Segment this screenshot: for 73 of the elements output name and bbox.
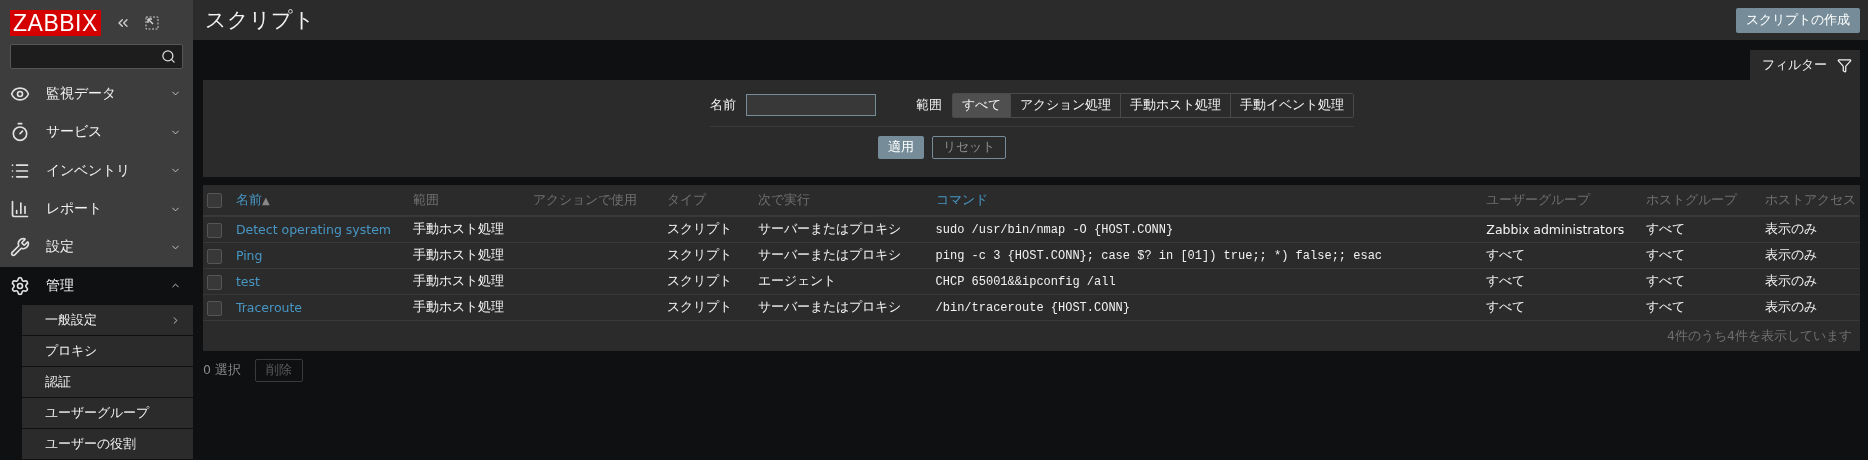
table-cell: スクリプト: [663, 216, 754, 243]
scope-option[interactable]: すべて: [952, 93, 1011, 117]
table-cell: 手動ホスト処理: [409, 242, 530, 269]
table-cell: 表示のみ: [1761, 242, 1860, 269]
column-header[interactable]: コマンド: [931, 185, 1483, 216]
table-cell: 表示のみ: [1761, 268, 1860, 295]
table-cell: サーバーまたはプロキシ: [753, 216, 932, 243]
column-header: 範囲: [409, 185, 530, 216]
wrench-icon: [10, 237, 30, 258]
table-cell: スクリプト: [663, 268, 754, 295]
page-title: スクリプト: [205, 7, 315, 34]
row-checkbox[interactable]: [207, 248, 222, 264]
selected-count: 0 選択: [203, 362, 241, 379]
table-cell: CHCP 65001&&ipconfig /all: [931, 268, 1483, 295]
script-link[interactable]: test: [231, 268, 410, 295]
search-field[interactable]: [10, 43, 183, 69]
zabbix-logo: ZABBIX: [10, 9, 101, 36]
menu-item[interactable]: サービス: [0, 113, 193, 152]
table-cell: すべて: [1641, 294, 1761, 321]
table-cell: Zabbix administrators: [1482, 216, 1642, 243]
table-cell: すべて: [1641, 268, 1761, 295]
result-count: 4件のうち4件を表示しています: [203, 320, 1860, 351]
table-cell: すべて: [1641, 216, 1761, 243]
table-cell: sudo /usr/bin/nmap -O {HOST.CONN}: [931, 216, 1483, 243]
table-cell: 手動ホスト処理: [409, 268, 530, 295]
table-cell: スクリプト: [663, 294, 754, 321]
column-header: タイプ: [663, 185, 754, 216]
search-icon: [161, 48, 176, 64]
reset-button[interactable]: リセット: [931, 136, 1006, 159]
table-cell: すべて: [1482, 268, 1642, 295]
table-cell: すべて: [1482, 242, 1642, 269]
menu-item[interactable]: 管理: [0, 266, 193, 306]
select-all-checkbox[interactable]: [207, 193, 222, 208]
name-label: 名前: [709, 96, 736, 114]
table-cell: すべて: [1641, 242, 1761, 269]
expand-icon[interactable]: [144, 15, 159, 30]
submenu-item[interactable]: 認証: [22, 367, 193, 399]
bar-chart-icon: [10, 199, 30, 220]
menu-item[interactable]: レポート: [0, 189, 193, 229]
column-header: ホストアクセス: [1761, 185, 1860, 216]
table-cell: 手動ホスト処理: [409, 216, 530, 243]
menu-item[interactable]: インベントリ: [0, 151, 193, 190]
table-cell: 表示のみ: [1761, 294, 1860, 321]
table-cell: ping -c 3 {HOST.CONN}; case $? in [01]) true;; *) false;; esac: [931, 242, 1483, 269]
column-header: アクションで使用: [529, 185, 664, 216]
table-cell: 手動ホスト処理: [409, 294, 530, 321]
submenu-item[interactable]: ユーザーの役割: [22, 429, 193, 460]
stopwatch-icon: [10, 122, 30, 143]
row-checkbox[interactable]: [207, 222, 222, 238]
table-cell: すべて: [1482, 294, 1642, 321]
filter-icon: [1837, 57, 1852, 73]
submenu-item[interactable]: プロキシ: [22, 336, 193, 368]
settings-icon: [10, 275, 30, 296]
row-checkbox[interactable]: [207, 300, 222, 316]
script-link[interactable]: Ping: [231, 242, 410, 269]
table-cell: サーバーまたはプロキシ: [753, 242, 932, 269]
scope-label: 範囲: [915, 96, 942, 114]
menu-item[interactable]: 監視データ: [0, 74, 193, 114]
script-link[interactable]: Detect operating system: [231, 216, 410, 243]
script-link[interactable]: Traceroute: [231, 294, 410, 321]
name-field[interactable]: [745, 94, 876, 116]
table-cell: スクリプト: [663, 242, 754, 269]
submenu-item[interactable]: ユーザーグループ: [22, 398, 193, 430]
submenu-item[interactable]: 一般設定: [22, 305, 193, 337]
column-header: 次で実行: [753, 185, 932, 216]
filter-tab[interactable]: フィルター: [1750, 50, 1860, 80]
table-cell: エージェント: [753, 268, 932, 295]
table-cell: 表示のみ: [1761, 216, 1860, 243]
row-checkbox[interactable]: [207, 274, 222, 290]
column-header[interactable]: 名前▲: [231, 185, 410, 216]
table-cell: /bin/traceroute {HOST.CONN}: [931, 294, 1483, 321]
table-cell: サーバーまたはプロキシ: [753, 294, 932, 321]
menu-item[interactable]: 設定: [0, 228, 193, 267]
